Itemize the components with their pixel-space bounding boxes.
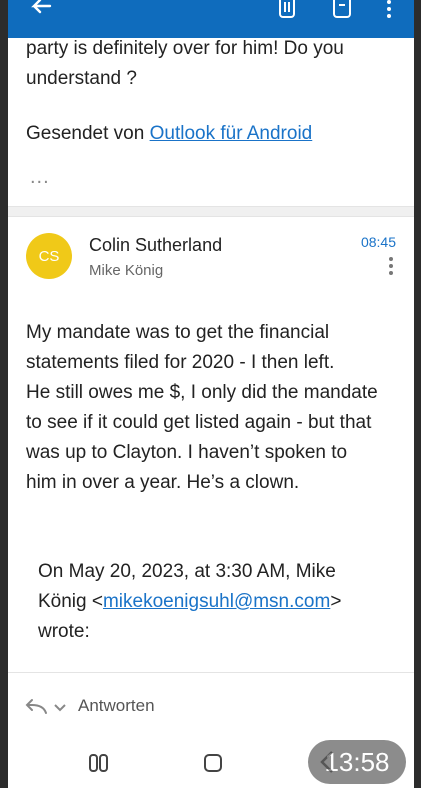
reply-bar: Antworten	[8, 672, 414, 731]
body-line: him in over a year. He’s a clown.	[26, 472, 300, 493]
email-screen: party is definitely over for him! Do you…	[8, 0, 414, 788]
quote-line: König <mikekoenigsuhl@msn.com>	[38, 587, 398, 617]
system-nav-bar: 13:58	[8, 730, 414, 788]
archive-icon[interactable]	[331, 0, 353, 20]
more-icon[interactable]	[386, 0, 392, 20]
signature: Gesendet von Outlook für Android	[26, 123, 312, 145]
outlook-link[interactable]: Outlook für Android	[150, 123, 313, 144]
back-icon[interactable]	[318, 750, 338, 781]
message-separator	[8, 206, 414, 217]
delete-icon[interactable]	[276, 0, 298, 20]
text-line: party is definitely over for him! Do you	[26, 38, 344, 59]
sender-name[interactable]: Colin Sutherland	[89, 235, 222, 256]
quote-line: wrote:	[38, 621, 90, 642]
quote-line: On May 20, 2023, at 3:30 AM, Mike	[38, 561, 336, 582]
message-time: 08:45	[360, 234, 396, 250]
reply-label[interactable]: Antworten	[78, 696, 155, 716]
body-line: My mandate was to get the financial	[26, 322, 330, 343]
chevron-down-icon[interactable]	[53, 700, 67, 718]
avatar[interactable]: CS	[26, 233, 72, 279]
reply-icon[interactable]	[24, 698, 48, 721]
body-line: He still owes me $, I only did the manda…	[26, 382, 378, 403]
recipient-name[interactable]: Mike König	[89, 262, 163, 279]
quote-name: König <	[38, 591, 103, 612]
body-line: statements filed for 2020 - I then left.	[26, 352, 335, 373]
quoted-header: On May 20, 2023, at 3:30 AM, Mike König …	[38, 557, 398, 647]
signature-prefix: Gesendet von	[26, 123, 150, 144]
clock-overlay: 13:58	[308, 740, 406, 784]
previous-message-text: party is definitely over for him! Do you…	[26, 34, 406, 94]
top-toolbar	[8, 0, 414, 38]
body-line: was up to Clayton. I haven’t spoken to	[26, 442, 348, 463]
message-more-icon[interactable]	[388, 257, 394, 282]
message-body: My mandate was to get the financial stat…	[26, 318, 401, 498]
show-more-button[interactable]: ...	[30, 166, 50, 189]
text-line: understand ?	[26, 68, 137, 89]
home-icon[interactable]	[202, 752, 224, 779]
quote-end: >	[330, 591, 342, 612]
back-arrow-icon[interactable]	[28, 0, 52, 20]
email-link[interactable]: mikekoenigsuhl@msn.com	[103, 591, 330, 612]
body-line: to see if it could get listed again - bu…	[26, 412, 372, 433]
recents-icon[interactable]	[88, 752, 110, 779]
